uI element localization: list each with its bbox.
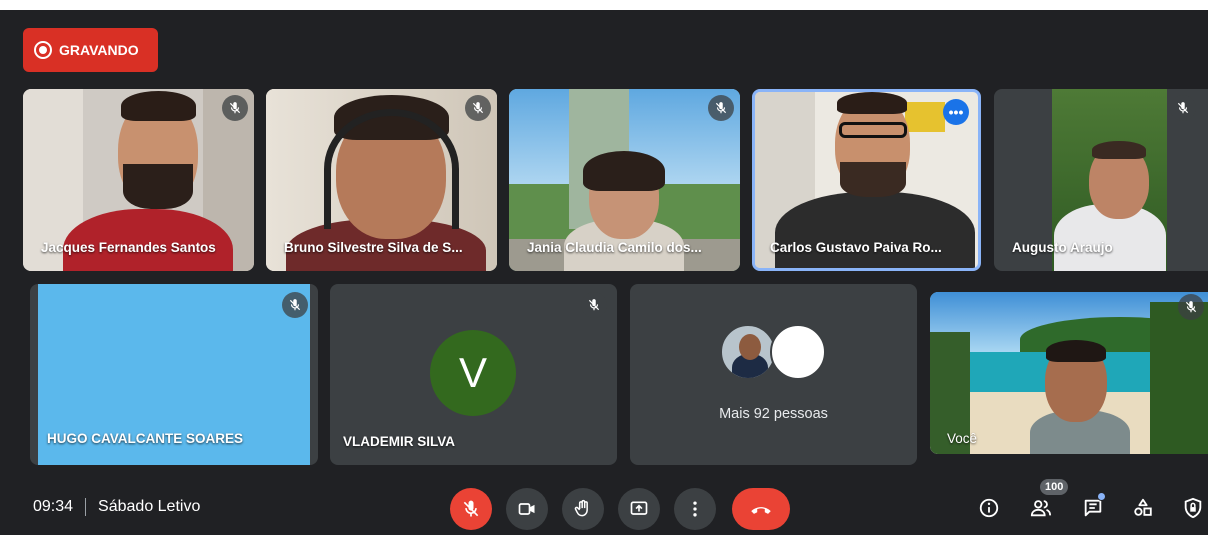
people-button[interactable] xyxy=(1028,495,1054,521)
unread-indicator xyxy=(1097,492,1106,501)
participant-tile-jania[interactable]: Jania Claudia Camilo dos... xyxy=(509,89,740,271)
activities-icon xyxy=(1134,498,1152,516)
participant-tile-jacques[interactable]: Jacques Fernandes Santos xyxy=(23,89,254,271)
avatar xyxy=(720,324,776,380)
participant-name: HUGO CAVALCANTE SOARES xyxy=(47,431,244,446)
camera-icon xyxy=(518,503,535,515)
mic-off-icon xyxy=(1170,95,1196,121)
more-options-button[interactable] xyxy=(674,488,716,530)
video-feed xyxy=(930,292,1208,454)
participant-name: Você xyxy=(947,431,978,446)
avatar xyxy=(770,324,826,380)
activities-button[interactable] xyxy=(1130,495,1156,521)
raise-hand-icon xyxy=(574,499,588,517)
participant-tile-bruno[interactable]: Bruno Silvestre Silva de S... xyxy=(266,89,497,271)
participant-name: Carlos Gustavo Paiva Ro... xyxy=(770,240,942,255)
control-bar: 09:34 Sábado Letivo 100 xyxy=(0,479,1208,535)
avatar: V xyxy=(430,330,516,416)
mic-off-icon xyxy=(282,292,308,318)
people-icon xyxy=(1030,500,1052,517)
host-controls-icon xyxy=(1184,497,1202,519)
participant-tile-augusto[interactable]: Augusto Araujo xyxy=(994,89,1208,271)
more-participants-label: Mais 92 pessoas xyxy=(719,406,828,422)
mic-toggle-button[interactable] xyxy=(450,488,492,530)
raise-hand-button[interactable] xyxy=(562,488,604,530)
present-button[interactable] xyxy=(618,488,660,530)
record-icon xyxy=(34,41,52,59)
participant-tile-vlademir[interactable]: V VLADEMIR SILVA xyxy=(330,284,617,465)
recording-label: GRAVANDO xyxy=(59,42,139,58)
participant-tile-carlos[interactable]: ••• Carlos Gustavo Paiva Ro... xyxy=(752,89,981,271)
meet-window: GRAVANDO Jacques Fernandes Santos Bruno … xyxy=(0,10,1208,535)
meeting-title: Sábado Letivo xyxy=(98,498,201,515)
participant-name: VLADEMIR SILVA xyxy=(343,434,456,449)
host-controls-button[interactable] xyxy=(1180,495,1206,521)
camera-toggle-button[interactable] xyxy=(506,488,548,530)
mic-off-icon xyxy=(1178,294,1204,320)
mic-off-icon xyxy=(581,292,607,318)
hangup-icon xyxy=(751,507,771,514)
mic-off-icon xyxy=(222,95,248,121)
more-options-icon[interactable]: ••• xyxy=(943,99,969,125)
divider xyxy=(85,498,87,516)
leave-call-button[interactable] xyxy=(732,488,790,530)
participant-tile-hugo[interactable]: HUGO CAVALCANTE SOARES xyxy=(30,284,318,465)
present-icon xyxy=(630,501,648,515)
mic-off-icon xyxy=(708,95,734,121)
clock: 09:34 xyxy=(33,498,74,515)
participant-name: Augusto Araujo xyxy=(1012,240,1113,255)
meeting-info: 09:34 Sábado Letivo xyxy=(33,498,200,516)
meeting-details-button[interactable] xyxy=(976,495,1002,521)
more-participants-tile[interactable]: Mais 92 pessoas xyxy=(630,284,917,465)
mic-off-icon xyxy=(463,500,479,517)
participant-count-badge: 100 xyxy=(1040,479,1069,495)
participant-name: Jacques Fernandes Santos xyxy=(41,240,216,255)
recording-badge[interactable]: GRAVANDO xyxy=(23,28,158,72)
participant-name: Jania Claudia Camilo dos... xyxy=(527,240,702,255)
info-icon xyxy=(979,498,999,518)
participant-name: Bruno Silvestre Silva de S... xyxy=(284,240,463,255)
more-vert-icon xyxy=(693,501,697,517)
participant-tile-self[interactable]: Você xyxy=(930,292,1208,454)
participant-avatars xyxy=(720,324,830,384)
screen: GRAVANDO Jacques Fernandes Santos Bruno … xyxy=(0,0,1208,540)
mic-off-icon xyxy=(465,95,491,121)
